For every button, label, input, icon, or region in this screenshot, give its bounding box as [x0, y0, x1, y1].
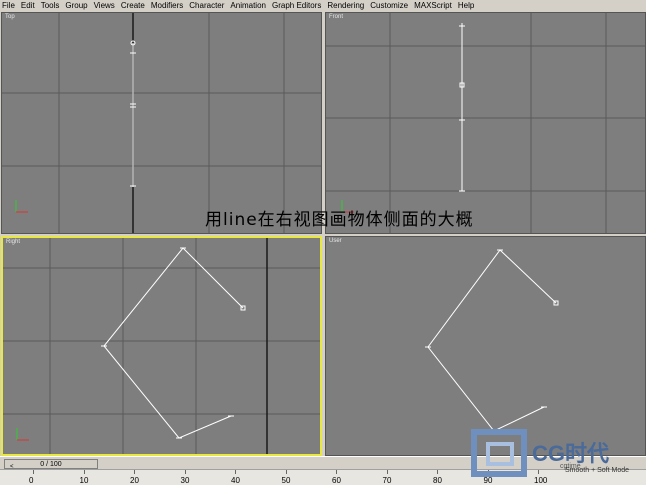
ruler-tick — [83, 470, 85, 474]
ruler-tick-label: 20 — [130, 476, 139, 485]
ruler-tick — [437, 470, 438, 474]
viewport-right[interactable]: Right — [1, 236, 322, 456]
menu-item-file[interactable]: File — [0, 1, 18, 11]
menu-item-character[interactable]: Character — [186, 1, 227, 11]
menu-item-maxscript[interactable]: MAXScript — [411, 1, 455, 11]
ruler-tick — [386, 470, 388, 474]
ruler-tick — [134, 470, 135, 474]
ruler-tick-label: 0 — [29, 476, 34, 485]
tutorial-caption: 用line在右视图画物体侧面的大概 — [205, 210, 474, 230]
ruler-tick-label: 40 — [231, 476, 240, 485]
viewport-top[interactable]: Top — [1, 12, 322, 234]
ruler-tick-label: 80 — [433, 476, 442, 485]
menu-item-rendering[interactable]: Rendering — [324, 1, 367, 11]
ruler-tick — [235, 470, 236, 474]
viewport-front-label[interactable]: Front — [329, 14, 343, 20]
time-frame-readout: 0 / 100 — [40, 461, 62, 468]
viewport-user-canvas — [425, 249, 559, 432]
ruler-tick-label: 10 — [79, 476, 89, 485]
viewport-right-label[interactable]: Right — [6, 239, 20, 245]
viewport-top-label[interactable]: Top — [5, 14, 15, 20]
menu-item-edit[interactable]: Edit — [18, 1, 38, 11]
menu-item-modifiers[interactable]: Modifiers — [148, 1, 186, 11]
menu-item-animation[interactable]: Animation — [227, 1, 269, 11]
ruler-tick-label: 60 — [332, 476, 341, 485]
ruler-tick — [336, 470, 337, 474]
menu-item-help[interactable]: Help — [455, 1, 477, 11]
menu-item-graph-editors[interactable]: Graph Editors — [269, 1, 324, 11]
viewport-right-canvas — [3, 238, 320, 454]
ruler-tick — [33, 470, 34, 474]
menu-item-create[interactable]: Create — [118, 1, 148, 11]
viewport-front[interactable]: Front — [325, 12, 646, 234]
viewport-user-label[interactable]: User — [329, 238, 342, 244]
ruler-tick-label: 70 — [382, 476, 392, 485]
time-slider[interactable]: < 0 / 100 — [4, 459, 98, 470]
ruler-tick — [285, 470, 287, 474]
menu-bar: File Edit Tools Group Views Create Modifiers Ch… — [0, 0, 646, 11]
menu-item-group[interactable]: Group — [62, 1, 90, 11]
ruler-tick-label: 50 — [281, 476, 291, 485]
menu-item-tools[interactable]: Tools — [38, 1, 63, 11]
status-text: Smooth + Soft Mode — [565, 467, 630, 474]
viewport-user[interactable]: User — [325, 236, 646, 456]
viewport-top-canvas — [2, 13, 321, 233]
ruler-tick-label: 30 — [180, 476, 190, 485]
ruler-tick — [184, 470, 186, 474]
viewport-front-canvas — [326, 13, 645, 233]
menu-item-views[interactable]: Views — [91, 1, 118, 11]
menu-item-customize[interactable]: Customize — [367, 1, 411, 11]
